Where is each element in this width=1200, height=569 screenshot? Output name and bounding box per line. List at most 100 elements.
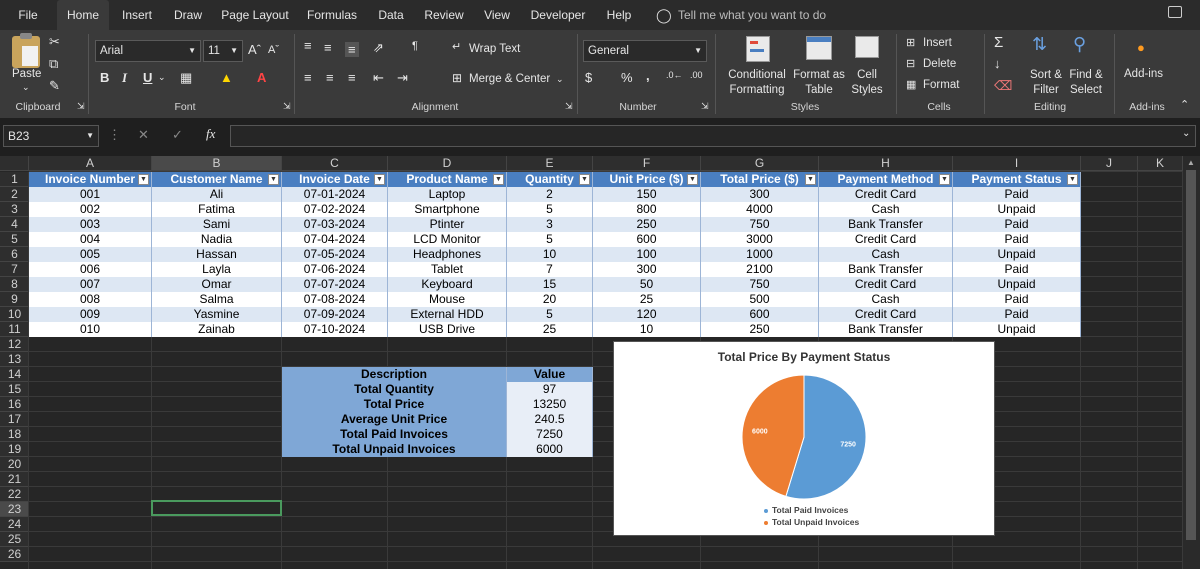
- table-cell[interactable]: 600: [701, 307, 819, 322]
- insert-cells-button[interactable]: Insert: [923, 37, 952, 49]
- table-cell[interactable]: 010: [29, 322, 152, 337]
- summary-label-cell[interactable]: Average Unit Price: [282, 412, 507, 427]
- tab-formulas[interactable]: Formulas: [302, 0, 362, 30]
- table-cell[interactable]: Keyboard: [388, 277, 507, 292]
- table-cell[interactable]: Cash: [819, 202, 953, 217]
- table-cell[interactable]: 005: [29, 247, 152, 262]
- table-cell[interactable]: LCD Monitor: [388, 232, 507, 247]
- table-cell[interactable]: 004: [29, 232, 152, 247]
- tab-draw[interactable]: Draw: [168, 0, 208, 30]
- copy-icon[interactable]: ⧉: [49, 56, 58, 72]
- table-cell[interactable]: 7: [507, 262, 593, 277]
- increase-indent-icon[interactable]: ⇥: [397, 70, 408, 86]
- summary-value-cell[interactable]: 240.5: [507, 412, 593, 427]
- currency-icon[interactable]: $: [585, 70, 592, 85]
- table-cell[interactable]: 5: [507, 202, 593, 217]
- italic-button[interactable]: I: [122, 70, 127, 86]
- table-cell[interactable]: 07-02-2024: [282, 202, 388, 217]
- font-color-icon[interactable]: A: [257, 70, 266, 85]
- cell-styles-button[interactable]: Cell Styles: [846, 68, 888, 98]
- table-cell[interactable]: Salma: [152, 292, 282, 307]
- enter-icon[interactable]: ✓: [172, 127, 183, 143]
- summary-value-cell[interactable]: 97: [507, 382, 593, 397]
- expand-formula-icon[interactable]: ⌄: [1182, 128, 1190, 139]
- merge-center-button[interactable]: Merge & Center: [469, 73, 550, 85]
- summary-value-cell[interactable]: 7250: [507, 427, 593, 442]
- table-cell[interactable]: Unpaid: [953, 247, 1081, 262]
- font-name-box[interactable]: Arial ▼: [95, 40, 201, 62]
- table-header-cell[interactable]: Payment Status: [953, 172, 1081, 187]
- table-header-cell[interactable]: Payment Method: [819, 172, 953, 187]
- tab-data[interactable]: Data: [372, 0, 410, 30]
- conditional-formatting-icon[interactable]: [746, 36, 770, 62]
- table-cell[interactable]: 07-09-2024: [282, 307, 388, 322]
- summary-value-cell[interactable]: 13250: [507, 397, 593, 412]
- cancel-icon[interactable]: ✕: [138, 127, 149, 143]
- table-cell[interactable]: 07-01-2024: [282, 187, 388, 202]
- filter-dropdown-icon[interactable]: ▼: [805, 174, 816, 185]
- chevron-down-icon[interactable]: ⌄: [556, 74, 564, 85]
- table-cell[interactable]: 750: [701, 217, 819, 232]
- table-cell[interactable]: 120: [593, 307, 701, 322]
- tab-view[interactable]: View: [478, 0, 516, 30]
- summary-label-cell[interactable]: Total Paid Invoices: [282, 427, 507, 442]
- table-cell[interactable]: 300: [701, 187, 819, 202]
- table-cell[interactable]: Credit Card: [819, 277, 953, 292]
- table-cell[interactable]: 1000: [701, 247, 819, 262]
- orientation-icon[interactable]: ⇗: [373, 40, 384, 56]
- conditional-formatting-button[interactable]: Conditional Formatting: [726, 68, 788, 98]
- table-cell[interactable]: Tablet: [388, 262, 507, 277]
- alignment-launcher-icon[interactable]: ⇲: [565, 101, 573, 112]
- tab-file[interactable]: File: [8, 0, 48, 30]
- number-launcher-icon[interactable]: ⇲: [701, 101, 709, 112]
- table-cell[interactable]: 07-05-2024: [282, 247, 388, 262]
- format-as-table-icon[interactable]: [806, 36, 832, 60]
- table-cell[interactable]: 07-07-2024: [282, 277, 388, 292]
- number-format-box[interactable]: General ▼: [583, 40, 707, 62]
- vertical-scrollbar[interactable]: ▲: [1183, 156, 1200, 569]
- filter-dropdown-icon[interactable]: ▼: [1067, 174, 1078, 185]
- table-cell[interactable]: Paid: [953, 307, 1081, 322]
- table-cell[interactable]: 150: [593, 187, 701, 202]
- table-header-cell[interactable]: Unit Price ($): [593, 172, 701, 187]
- table-cell[interactable]: 009: [29, 307, 152, 322]
- table-cell[interactable]: Ptinter: [388, 217, 507, 232]
- table-cell[interactable]: Hassan: [152, 247, 282, 262]
- scroll-up-icon[interactable]: ▲: [1187, 158, 1195, 167]
- table-cell[interactable]: 5: [507, 307, 593, 322]
- table-cell[interactable]: 002: [29, 202, 152, 217]
- tab-insert[interactable]: Insert: [116, 0, 158, 30]
- align-center-icon[interactable]: ≡: [326, 70, 334, 85]
- align-bottom-icon[interactable]: ≡: [345, 42, 359, 57]
- formula-input[interactable]: [230, 125, 1196, 147]
- summary-header-cell[interactable]: Value: [507, 367, 593, 382]
- worksheet-grid[interactable]: ABCDEFGHIJK 1 2 3 4 5 6 7 8 9 10 11 12 13 14 15 16 17 18 1…: [0, 156, 1200, 569]
- filter-dropdown-icon[interactable]: ▼: [268, 174, 279, 185]
- paste-button[interactable]: Paste: [12, 68, 41, 80]
- decrease-font-icon[interactable]: Aˇ: [268, 44, 279, 56]
- table-cell[interactable]: 3000: [701, 232, 819, 247]
- collapse-ribbon-icon[interactable]: ⌃: [1180, 98, 1189, 111]
- chart-container[interactable]: Total Price By Payment Status 7250 6000 T…: [613, 341, 995, 536]
- add-ins-button[interactable]: Add-ins: [1124, 68, 1163, 80]
- table-cell[interactable]: 25: [507, 322, 593, 337]
- comma-button[interactable]: ,: [646, 68, 650, 83]
- table-cell[interactable]: Cash: [819, 247, 953, 262]
- table-cell[interactable]: Omar: [152, 277, 282, 292]
- align-left-icon[interactable]: ≡: [304, 70, 312, 85]
- comments-icon[interactable]: [1168, 6, 1182, 18]
- table-cell[interactable]: 250: [593, 217, 701, 232]
- table-cell[interactable]: Ali: [152, 187, 282, 202]
- decrease-indent-icon[interactable]: ⇤: [373, 70, 384, 86]
- format-painter-icon[interactable]: ✎: [49, 78, 60, 94]
- delete-cells-button[interactable]: Delete: [923, 58, 956, 70]
- table-cell[interactable]: 800: [593, 202, 701, 217]
- table-cell[interactable]: 008: [29, 292, 152, 307]
- increase-decimal-icon[interactable]: .0←: [666, 70, 683, 80]
- table-cell[interactable]: Paid: [953, 292, 1081, 307]
- table-cell[interactable]: Smartphone: [388, 202, 507, 217]
- table-cell[interactable]: Mouse: [388, 292, 507, 307]
- table-cell[interactable]: 600: [593, 232, 701, 247]
- sort-filter-button[interactable]: Sort & Filter: [1026, 68, 1066, 98]
- format-as-table-button[interactable]: Format as Table: [792, 68, 846, 98]
